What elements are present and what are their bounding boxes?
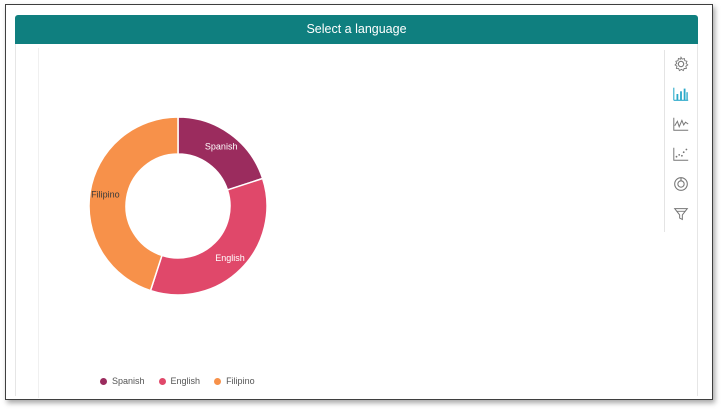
legend-label: Filipino <box>226 376 255 386</box>
chart-type-toolbar <box>664 50 697 232</box>
funnel-chart-button[interactable] <box>671 204 691 224</box>
funnel-icon <box>673 208 689 221</box>
legend-item-filipino[interactable]: Filipino <box>214 376 255 386</box>
bar-chart-button[interactable] <box>671 84 691 104</box>
line-chart-button[interactable] <box>671 114 691 134</box>
line-chart-icon <box>673 117 689 131</box>
slice-label-spanish: Spanish <box>205 142 238 152</box>
donut-chart-button[interactable] <box>671 174 691 194</box>
scatter-chart-button[interactable] <box>671 144 691 164</box>
donut-slice-english[interactable] <box>149 177 268 296</box>
legend-label: Spanish <box>112 376 145 386</box>
bar-chart-icon <box>673 87 689 101</box>
donut-chart-icon <box>674 177 688 191</box>
legend-label: English <box>170 376 201 386</box>
legend-item-spanish[interactable]: Spanish <box>100 376 145 386</box>
scatter-chart-icon <box>673 147 689 161</box>
donut-chart: Spanish English Filipino <box>88 116 268 296</box>
donut-slice-spanish[interactable] <box>177 116 264 191</box>
legend-item-english[interactable]: English <box>158 376 201 386</box>
legend-swatch <box>158 377 166 385</box>
gear-icon <box>674 56 689 72</box>
legend-swatch <box>214 377 222 385</box>
slice-label-english: English <box>215 253 245 263</box>
chart-legend: Spanish English Filipino <box>100 374 269 388</box>
settings-button[interactable] <box>671 54 691 74</box>
slice-label-filipino: Filipino <box>91 190 120 200</box>
legend-swatch <box>100 377 107 385</box>
